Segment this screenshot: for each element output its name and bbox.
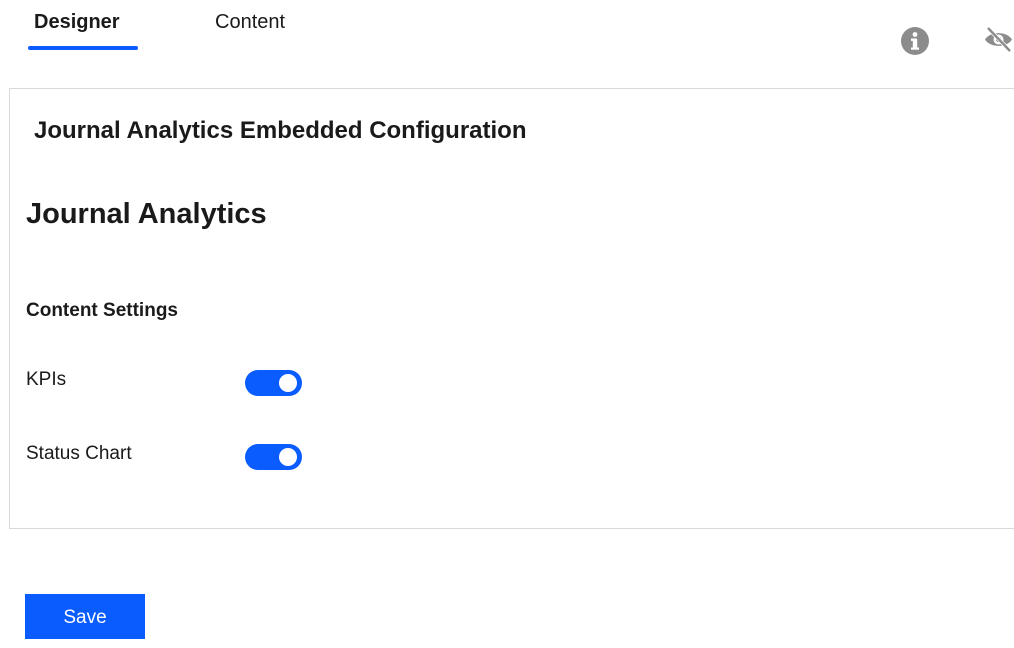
configuration-panel: Journal Analytics Embedded Configuration… [9, 88, 1014, 529]
tab-content[interactable]: Content [215, 10, 285, 34]
status-chart-toggle[interactable] [245, 444, 302, 470]
status-chart-label: Status Chart [26, 443, 132, 464]
kpis-label: KPIs [26, 369, 67, 390]
tab-content-label: Content [215, 11, 286, 33]
toggle-knob [279, 448, 297, 466]
top-bar: Designer Content [0, 0, 1014, 88]
section-title: Journal Analytics [26, 198, 267, 230]
toggle-knob [279, 374, 297, 392]
info-icon[interactable] [900, 26, 930, 56]
tab-designer[interactable]: Designer [28, 10, 138, 50]
content-settings-heading: Content Settings [26, 300, 178, 321]
active-tab-indicator [28, 46, 138, 50]
tab-designer-label: Designer [34, 11, 120, 33]
eye-off-icon[interactable] [983, 24, 1014, 55]
configuration-title: Journal Analytics Embedded Configuration [34, 117, 527, 144]
save-button[interactable]: Save [25, 594, 145, 639]
kpis-toggle[interactable] [245, 370, 302, 396]
